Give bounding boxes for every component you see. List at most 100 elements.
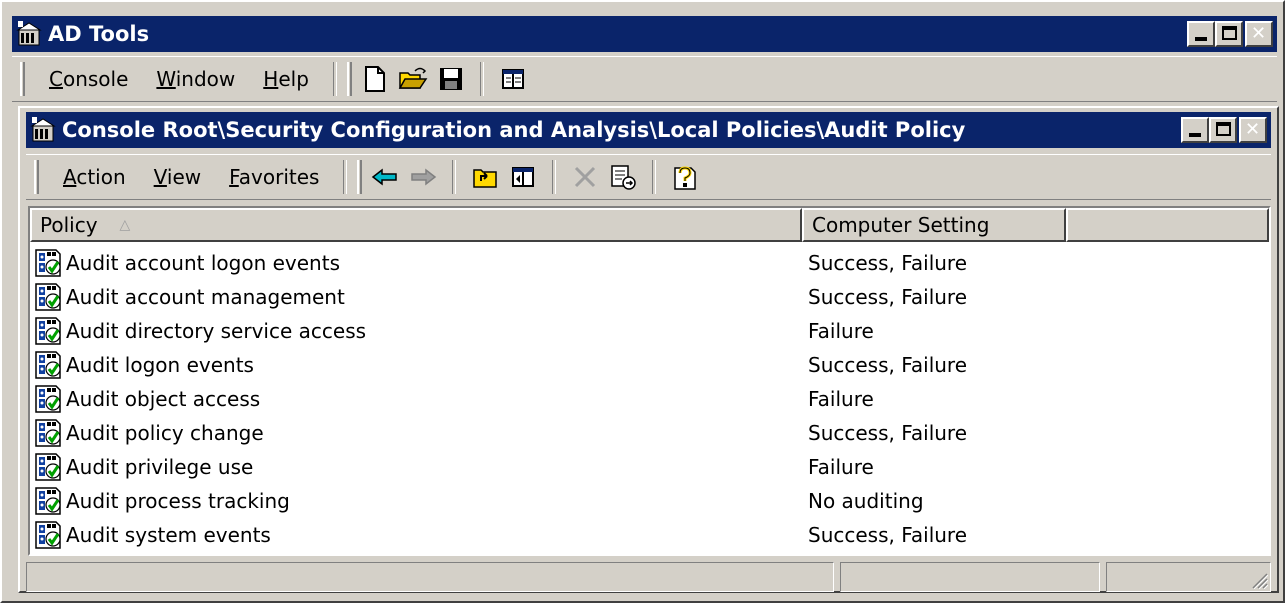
policy-name: Audit object access [66,387,261,411]
computer-setting: Success, Failure [808,251,968,275]
policy-name: Audit account management [66,285,345,309]
show-hide-console-tree-button[interactable] [496,62,530,96]
close-button[interactable]: ✕ [1245,21,1273,47]
computer-setting: Success, Failure [808,421,968,445]
resize-grip-icon[interactable] [1248,569,1268,589]
list-item[interactable]: Audit process tracking No auditing [34,484,1269,518]
computer-setting: Failure [808,319,874,343]
export-list-icon [611,165,637,190]
policy-icon [34,384,64,414]
save-button[interactable] [434,62,468,96]
sort-ascending-icon: △ [119,217,131,233]
list-item[interactable]: Audit directory service access Failure [34,314,1269,348]
maximize-icon [1222,26,1237,40]
policy-name: Audit privilege use [66,455,254,479]
policy-icon [34,520,64,550]
child-title: Console Root\Security Configuration and … [62,118,966,142]
menu-console[interactable]: Console [35,67,142,91]
child-toolbar-separator-2 [452,160,457,194]
minimize-button[interactable] [1187,21,1215,47]
computer-setting: Failure [808,387,874,411]
audit-policy-child-window: Console Root\Security Configuration and … [18,106,1279,593]
list-header: Policy △ Computer Setting [30,208,1269,242]
status-pane-3 [1106,562,1271,592]
status-pane-1 [26,562,834,592]
help-icon [674,166,697,190]
list-item[interactable]: Audit logon events Success, Failure [34,348,1269,382]
policy-name: Audit policy change [66,421,264,445]
policy-icon [34,316,64,346]
ad-tools-window: AD Tools ✕ Console Window Help Console R… [0,0,1285,603]
column-header-computer-setting[interactable]: Computer Setting [802,208,1066,242]
list-item[interactable]: Audit account logon events Success, Failu… [34,246,1269,280]
toolbar-grip[interactable] [346,62,352,96]
back-arrow-icon [372,168,398,186]
child-toolbar-separator-3 [552,160,557,194]
policy-icon [34,350,64,380]
maximize-icon [1216,122,1231,136]
computer-setting: Success, Failure [808,523,968,547]
policy-icon [34,452,64,482]
list-item[interactable]: Audit account management Success, Failure [34,280,1269,314]
computer-setting: Failure [808,455,874,479]
maximize-button[interactable] [1215,21,1243,47]
policy-icon [34,282,64,312]
child-menubar-grip[interactable] [34,160,39,194]
show-hide-tree-button[interactable] [506,160,540,194]
list-item[interactable]: Audit object access Failure [34,382,1269,416]
list-item[interactable]: Audit privilege use Failure [34,450,1269,484]
column-header-policy[interactable]: Policy △ [30,208,802,242]
policy-icon [34,418,64,448]
help-button[interactable] [668,160,702,194]
policy-name: Audit directory service access [66,319,367,343]
back-button[interactable] [368,160,402,194]
child-minimize-button[interactable] [1181,117,1209,143]
status-pane-2 [840,562,1100,592]
computer-setting: Success, Failure [808,285,968,309]
minimize-icon [1189,133,1201,137]
child-menubar: Action View Favorites [26,154,1271,200]
up-one-level-icon [473,169,498,188]
status-bar [26,562,1271,592]
column-header-empty[interactable] [1066,208,1269,242]
up-one-level-button[interactable] [468,160,502,194]
list-item[interactable]: Audit policy change Success, Failure [34,416,1269,450]
forward-arrow-icon [411,168,437,186]
close-icon: ✕ [1251,23,1267,44]
menu-action[interactable]: Action [49,165,140,189]
child-titlebar[interactable]: Console Root\Security Configuration and … [26,112,1271,148]
save-icon [439,68,462,90]
delete-button[interactable] [568,160,602,194]
show-hide-tree-icon [512,167,535,187]
menubar-grip[interactable] [20,62,25,96]
policy-name: Audit system events [66,523,271,547]
app-titlebar[interactable]: AD Tools ✕ [12,16,1277,52]
close-icon: ✕ [1245,119,1261,140]
child-toolbar-separator-4 [652,160,657,194]
mmc-child-icon[interactable] [30,117,56,143]
app-title: AD Tools [48,22,150,46]
delete-icon [575,166,596,188]
child-close-button[interactable]: ✕ [1239,117,1267,143]
app-menubar: Console Window Help [12,56,1277,102]
mmc-app-icon[interactable] [16,21,42,47]
open-button[interactable] [396,62,430,96]
open-folder-icon [398,67,428,89]
menu-window[interactable]: Window [142,67,249,91]
child-toolbar-grip[interactable] [357,160,363,194]
computer-setting: No auditing [808,489,924,513]
menu-favorites[interactable]: Favorites [215,165,333,189]
toolbar-separator-2 [479,62,484,96]
new-button[interactable] [358,62,392,96]
policy-name: Audit process tracking [66,489,290,513]
menu-view[interactable]: View [140,165,215,189]
forward-button[interactable] [406,160,440,194]
child-maximize-button[interactable] [1209,117,1237,143]
minimize-icon [1195,37,1207,41]
menu-help[interactable]: Help [249,67,323,91]
show-hide-console-tree-icon [501,69,524,89]
list-item[interactable]: Audit system events Success, Failure [34,518,1269,552]
export-list-button[interactable] [606,160,640,194]
policy-icon [34,486,64,516]
policy-list-view[interactable]: Policy △ Computer Setting Audit account … [28,206,1271,556]
